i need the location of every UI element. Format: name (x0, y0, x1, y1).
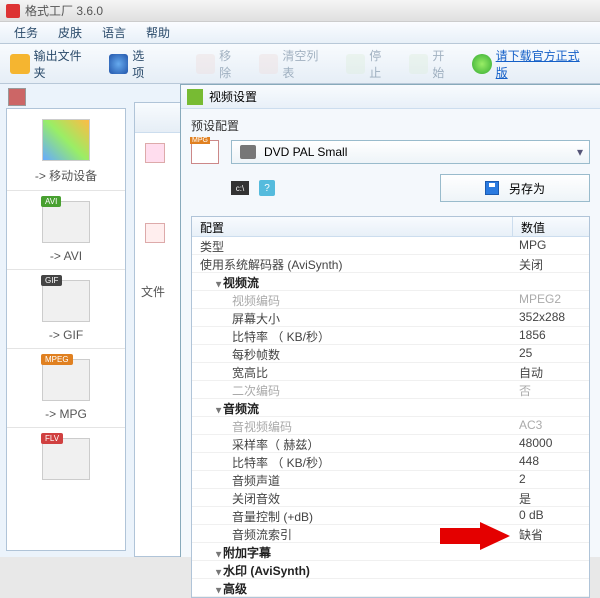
grid-row[interactable]: 视频编码MPEG2 (192, 291, 589, 309)
workspace: -> 移动设备 AVI -> AVI GIF -> GIF MPEG -> MP… (0, 84, 600, 557)
sidebar-item-mpg[interactable]: MPEG -> MPG (7, 349, 125, 428)
flv-icon: FLV (42, 438, 90, 480)
clear-icon (259, 54, 279, 74)
menu-help[interactable]: 帮助 (136, 22, 180, 43)
globe-icon (472, 54, 492, 74)
grid-row[interactable]: 比特率 （ KB/秒）448 (192, 453, 589, 471)
grid-row[interactable]: 高级 (192, 579, 589, 597)
preset-format-icon (191, 140, 219, 164)
grid-header: 配置 数值 (192, 217, 589, 237)
grid-row[interactable]: 视频流 (192, 273, 589, 291)
stop-button: 停止 (340, 45, 399, 83)
mpg-icon: MPEG (42, 359, 90, 401)
stop-icon (346, 54, 366, 74)
sidebar-item-avi[interactable]: AVI -> AVI (7, 191, 125, 270)
settings-title: 视频设置 (181, 85, 600, 109)
menubar: 任务 皮肤 语言 帮助 (0, 22, 600, 44)
remove-button: 移除 (190, 45, 249, 83)
titlebar: 格式工厂 3.6.0 (0, 0, 600, 22)
start-button: 开始 (403, 45, 462, 83)
output-folder-button[interactable]: 输出文件夹 (4, 45, 99, 83)
grid-row[interactable]: 附加字幕 (192, 543, 589, 561)
file-mini-icon[interactable] (145, 223, 165, 243)
app-icon (6, 4, 20, 18)
download-link[interactable]: 请下载官方正式版 (466, 45, 596, 83)
disc-icon (240, 145, 256, 159)
grid-row[interactable]: 比特率 （ KB/秒）1856 (192, 327, 589, 345)
toolbar: 输出文件夹 选项 移除 清空列表 停止 开始 请下载官方正式版 (0, 44, 600, 84)
preset-label: 预设配置 (191, 117, 590, 134)
grid-row[interactable]: 每秒帧数25 (192, 345, 589, 363)
grid-row[interactable]: 屏幕大小352x288 (192, 309, 589, 327)
gif-icon: GIF (42, 280, 90, 322)
settings-icon (187, 89, 203, 105)
menu-task[interactable]: 任务 (4, 22, 48, 43)
start-icon (409, 54, 429, 74)
grid-row[interactable]: 类型MPG (192, 237, 589, 255)
window-title: 格式工厂 3.6.0 (25, 2, 103, 19)
grid-row[interactable]: 音量控制 (+dB)0 dB (192, 507, 589, 525)
grid-row[interactable]: 水印 (AviSynth) (192, 561, 589, 579)
console-icon[interactable]: c:\ (231, 181, 249, 195)
grid-row[interactable]: 关闭音效是 (192, 489, 589, 507)
floppy-icon (485, 181, 499, 195)
settings-grid: 配置 数值 类型MPG使用系统解码器 (AviSynth)关闭视频流视频编码MP… (191, 216, 590, 598)
sidebar-item-mobile[interactable]: -> 移动设备 (7, 109, 125, 191)
save-as-button[interactable]: 另存为 (440, 174, 590, 202)
options-button[interactable]: 选项 (103, 45, 162, 83)
grid-row[interactable]: 音视频编码AC3 (192, 417, 589, 435)
grid-row[interactable]: 二次编码否 (192, 381, 589, 399)
avi-icon: AVI (42, 201, 90, 243)
sidebar-item-flv[interactable]: FLV (7, 428, 125, 480)
sidebar: -> 移动设备 AVI -> AVI GIF -> GIF MPEG -> MP… (6, 108, 126, 551)
grid-row[interactable]: 音频流 (192, 399, 589, 417)
menu-language[interactable]: 语言 (92, 22, 136, 43)
grid-row[interactable]: 采样率（ 赫兹）48000 (192, 435, 589, 453)
help-icon[interactable]: ? (259, 180, 275, 196)
sidebar-item-gif[interactable]: GIF -> GIF (7, 270, 125, 349)
clear-button: 清空列表 (253, 45, 336, 83)
folder-icon (10, 54, 30, 74)
mobile-icon (42, 119, 90, 161)
grid-row[interactable]: 宽高比自动 (192, 363, 589, 381)
menu-skin[interactable]: 皮肤 (48, 22, 92, 43)
grid-row[interactable]: 音频流索引缺省 (192, 525, 589, 543)
preset-combo[interactable]: DVD PAL Small (231, 140, 590, 164)
video-settings-panel: 视频设置 预设配置 DVD PAL Small c:\ ? 另存为 (180, 84, 600, 557)
preset-mini-icon[interactable] (145, 143, 165, 163)
grid-row[interactable]: 音频声道2 (192, 471, 589, 489)
video-tab-icon[interactable] (8, 88, 26, 106)
grid-row[interactable]: 使用系统解码器 (AviSynth)关闭 (192, 255, 589, 273)
options-icon (109, 54, 129, 74)
remove-icon (196, 54, 216, 74)
